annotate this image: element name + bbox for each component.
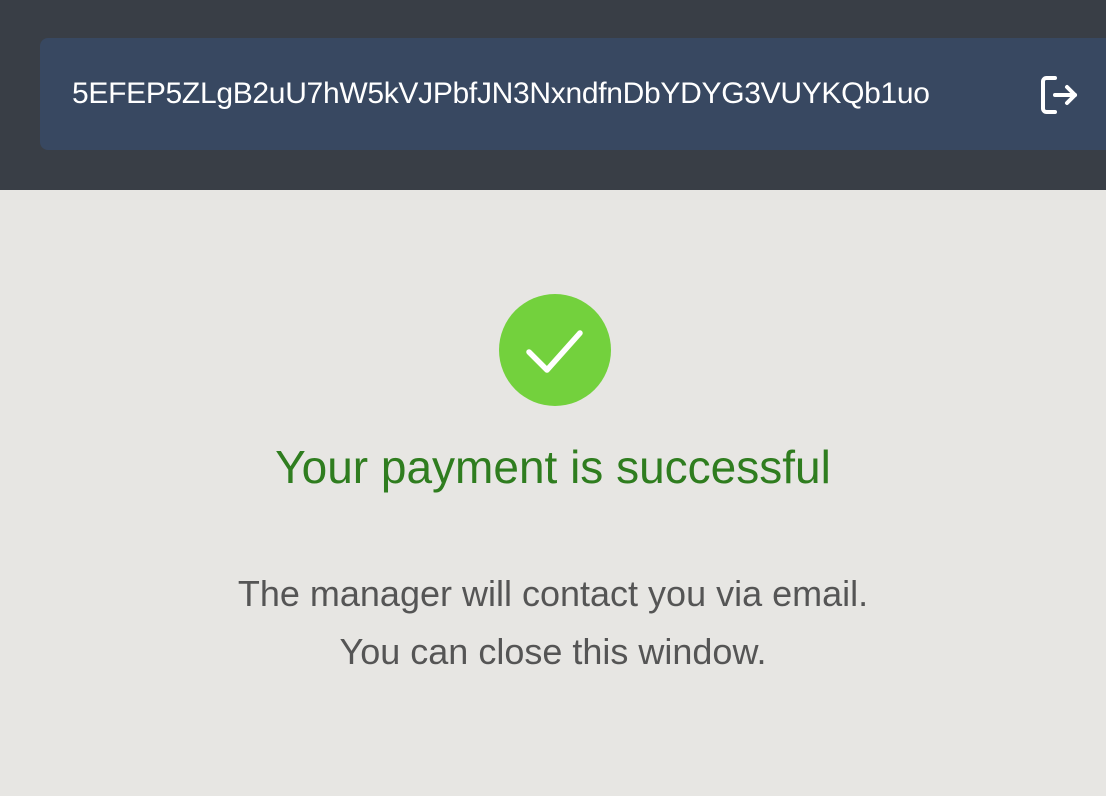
success-status-circle [499,294,611,406]
check-icon [526,330,583,373]
logout-button[interactable] [1036,72,1082,118]
top-bar: 5EFEP5ZLgB2uU7hW5kVJPbfJN3NxndfnDbYDYG3V… [0,0,1106,190]
payment-success-title: Your payment is successful [275,441,831,493]
manager-contact-message: The manager will contact you via email. [237,573,869,614]
logout-icon [1041,76,1077,114]
payment-status-content: Your payment is successful The manager w… [0,190,1106,796]
wallet-address: 5EFEP5ZLgB2uU7hW5kVJPbfJN3NxndfnDbYDYG3V… [72,77,930,110]
close-window-message: You can close this window. [339,631,767,672]
wallet-address-pill: 5EFEP5ZLgB2uU7hW5kVJPbfJN3NxndfnDbYDYG3V… [40,38,1106,150]
